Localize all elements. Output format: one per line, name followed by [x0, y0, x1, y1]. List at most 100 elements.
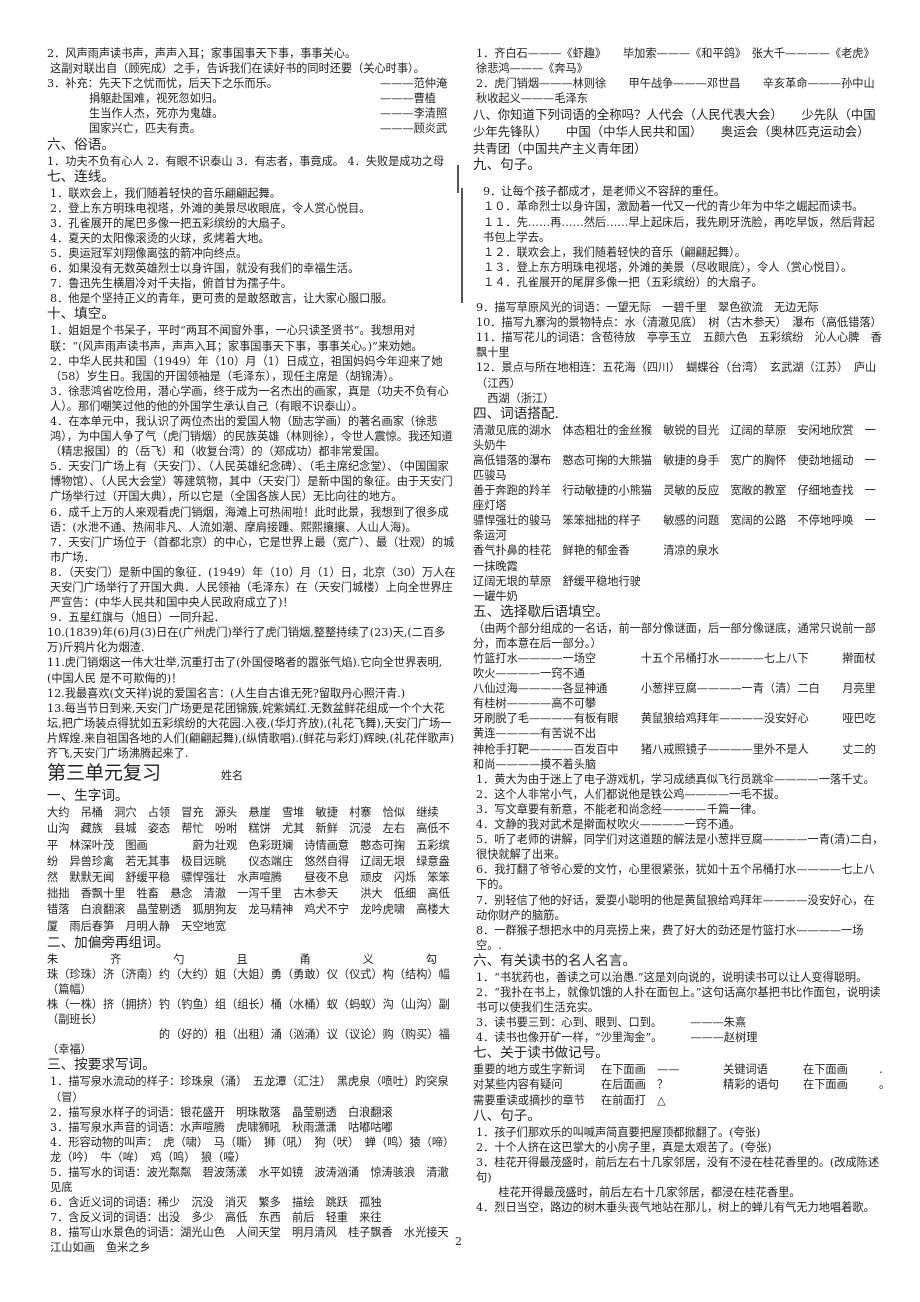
right-column: 1．齐白石———《虾趣》 毕加索———《和平鸽》 张大千————《老虎》徐悲鸿—… — [473, 46, 890, 1216]
section-heading: 十、填空。 — [47, 306, 115, 323]
section-heading: 三、按要求写词。 — [47, 1057, 156, 1074]
list-item: 高低错落的瀑布 憨态可掬的大熊猫 敏捷的身手 宽广的胸怀 使劲地摇动 一匹骏马 — [473, 453, 876, 482]
list-item: 4．烈日当空，路边的树木垂头丧气地站在那儿，树上的蝉儿有气无力地唱着歌。 — [476, 1201, 875, 1215]
list-item: 4．读书也像开矿一样，“沙里淘金”。 ———赵树理 — [476, 1031, 758, 1045]
radical-list: 朱 齐 勺 且 甬 义 勾 — [47, 952, 437, 967]
list-item: 竹篮打水————一场空 十五个吊桶打水————七上八下 擀面杖吹火————一窍不… — [473, 652, 876, 681]
list-item: 桂花开得最茂盛时，前后左右十几家邻居，都浸在桂花香里。 — [476, 1186, 801, 1199]
list: 1．孩子们那欢乐的叫喊声简直要把屋顶都掀翻了。(夸张) 2．十个人挤在这巴掌大的… — [473, 1125, 885, 1216]
list-item: 一罐牛奶 — [473, 589, 518, 603]
text-line: 珠（珍珠）济（济南）约（大约）姐（大姐）勇（勇敢）仪（仪式）构（结构）幅（篇幅） — [47, 967, 450, 996]
unit-title: 第三单元复习 姓名 — [47, 761, 457, 788]
table-cell: 需要重读或摘抄的章节 — [473, 1093, 585, 1107]
section-heading: 八、你知道下列词语的全称吗？人代会（人民代表大会） 少先队（中国少年先锋队） 中… — [473, 107, 876, 157]
quote-text: 先天下之忧而忧，后天下之乐而乐。 — [98, 77, 278, 91]
list-item: 5．描写水的词语：波光粼粼 碧波荡漾 水平如镜 波涛汹涌 惊涛骇浪 清澈见底 — [50, 1165, 449, 1195]
list-item: 8．描写山水景色的词语：湖光山色 人间天堂 明月清风 桂子飘香 水光接天 江山如… — [50, 1226, 460, 1255]
table-cell: 重要的地方或生字新词 — [473, 1063, 585, 1077]
section-heading: 七、连线。 — [47, 168, 115, 185]
text-line: 2．风声雨声读书声，声声入耳；家事国事天下事，事事关心。 — [47, 47, 357, 60]
list-item: 3．徐悲鸿省吃俭用，潜心学画，终于成为一名杰出的画家，真是（功夫不负有心人）。那… — [50, 384, 449, 413]
list-item: 3．孔雀展开的尾巴多像一把五彩缤纷的大扇子。 — [50, 216, 293, 230]
list-item: 5．听了老师的讲解，同学们对这道题的解法是小葱拌豆腐————一青(清)二白，很快… — [476, 833, 884, 862]
list-item: １２．联欢会上，我们随着轻快的音乐（翩翩起舞）。 — [483, 245, 746, 259]
list-item: １０．革命烈士以身许国，激励着一代又一代的青少年为中华之崛起而读书。 — [483, 200, 864, 214]
list-item: 7．别轻信了他的好话，爱耍小聪明的他是黄鼠狼给鸡拜年————没安好心，在动你财产… — [476, 893, 875, 922]
radical: 义 — [362, 952, 374, 966]
list-item: 9．描写草原风光的词语：一望无际 一碧千里 翠色欲流 无边无际 — [476, 301, 819, 315]
radical: 甬 — [299, 952, 311, 966]
list-item: 2．描写泉水样子的词语：银花盛开 明珠散落 晶莹剔透 白浪翻滚 — [50, 1105, 393, 1119]
list-item: 8．他是个坚持正义的青年，更可贵的是敢怒敢言，让大家心服口服。 — [50, 292, 393, 306]
table-cell: . — [879, 1063, 883, 1077]
text-line: 这副对联出自（顾宪成）之手，告诉我们在读好书的同时还要（关心时事）。 — [50, 62, 425, 76]
list-item: 2．“我扑在书上，就像饥饿的人扑在面包上。”这句话高尔基把书比作面包，说明读书可… — [476, 985, 881, 1015]
quote-text: 生当作人杰，死亦为鬼雄。 — [89, 107, 224, 121]
table-cell: 关键词语 — [723, 1063, 768, 1077]
section-heading: 一、生字词。 — [47, 788, 129, 805]
name-label: 姓名 — [221, 769, 244, 783]
unit-title-text: 第三单元复习 — [47, 762, 162, 785]
sentence-box: 9．让每个孩子都成才，是老师义不容辞的重任。 １０．革命烈士以身许国，激励着一代… — [473, 184, 885, 290]
quotes-label: 3．补充： — [47, 77, 99, 91]
list: 1．描写泉水流动的样子：珍珠泉（涌） 五龙潭（汇注） 黑虎泉（喷吐）趵突泉（冒）… — [47, 1074, 527, 1255]
margin-bar — [457, 165, 459, 193]
table-cell: 在后面画 — [601, 1078, 646, 1092]
list-item: 香气扑鼻的桂花 鲜艳的郁金香 清凉的泉水 — [473, 544, 720, 558]
list-item: １４．孔雀展开的尾屏多像一把（五彩缤纷）的大扇子。 — [483, 275, 763, 289]
table-cell: 在下面画 — [803, 1078, 848, 1092]
marks-table: 重要的地方或生字新词 在下面画 —— 关键词语 在下面画 . 对某些内容有疑问 … — [473, 1062, 890, 1108]
table-cell — [803, 1093, 879, 1108]
list-item: 6．成千上万的人来观看虎门销烟，海滩上可热闹啦！此时此景，我想到了很多成语：(水… — [50, 505, 449, 534]
list-item: 7．天安门广场位于（首都北京）的中心，它是世界上最（宽广）、最（壮观）的城市广场… — [50, 535, 455, 564]
quote-author: ———顾炎武 — [380, 122, 448, 136]
list-item: 10.(1839)年(6)月(3)日在(广州虎门)举行了虎门销烟,整整持续了(2… — [47, 626, 446, 655]
list-item: 4．文静的我对武术是擀面杖吹火————一窍不通。 — [476, 818, 741, 832]
list-item: 3．读书要三到：心到、眼到、口到。 ———朱熹 — [476, 1016, 747, 1030]
list-item: 4．夏天的太阳像滚烫的火球，炙烤着大地。 — [50, 231, 270, 245]
list-item: 辽阔无垠的草原 舒缓平稳地行驶 — [473, 574, 641, 588]
table-cell: 在下面画 — [601, 1063, 646, 1077]
list-item: 8．一群猴子想把水中的月亮捞上来，费了好大的劲还是竹篮打水————一场空。. — [476, 923, 864, 952]
list-item: 2．这个人非常小气，人们都说他是铁公鸡————一毛不拔。 — [476, 787, 786, 801]
list-item: 2．登上东方明珠电视塔，外滩的美景尽收眼底，令人赏心悦目。 — [50, 201, 371, 215]
section-heading: 四、词语搭配. — [473, 405, 559, 422]
vocab-list: 大约 吊桶 洞穴 占领 冒充 源头 悬崖 雪堆 敏捷 村寨 恰似 继续 山沟 藏… — [47, 806, 450, 933]
section-heading: 五、选择歇后语填空。 — [473, 603, 609, 620]
section-heading: 二、加偏旁再组词。 — [47, 934, 170, 951]
list: 1．姐姐是个书呆子，平时“两耳不闻窗外事，一心只读圣贤书”。我想用对联：“(风声… — [47, 323, 457, 761]
text-line: 株（一株）挤（拥挤）钓（钓鱼）组（组长）桶（水桶）蚁（蚂蚁）沟（山沟）副（副班长… — [47, 998, 450, 1027]
list-item: 13.每当节日到来,天安门广场更是花团锦簇,姹紫嫣红.无数盆鲜花组成一个个大花坛… — [47, 701, 455, 761]
table-row: 对某些内容有疑问 在后面画 ？ 精彩的语句 在下面画 。 — [473, 1077, 890, 1092]
list: 竹篮打水————一场空 十五个吊桶打水————七上八下 擀面杖吹火————一窍不… — [473, 651, 885, 772]
list-item: １１．先……再……然后……早上起床后，我先刷牙洗脸，再吃早饭，然后背起书包上学去… — [483, 215, 875, 244]
list-item: 8．（天安门）是新中国的象征．(1949）年（10）月（1）日，北京（30）万人… — [50, 565, 456, 610]
list-item: 4．形容动物的叫声： 虎（啸） 马（嘶） 狮（吼） 狗（吠） 蝉（鸣）猿（啼） … — [50, 1135, 527, 1164]
list-item: 9．五星红旗与（旭日）一同升起． — [50, 611, 225, 625]
table-row: 需要重读或摘抄的章节 在前面打 △ — [473, 1093, 885, 1108]
list-item: 12.我最喜欢(文天祥)说的爱国名言：(人生自古谁无死?留取丹心照汗青.) — [47, 686, 406, 700]
list-item: 牙刷脱了毛————有板有眼 黄鼠狼给鸡拜年————没安好心 哑巴吃黄连————有… — [473, 712, 876, 741]
list-item: 3．写文章要有新意，不能老和尚念经————千篇一律。 — [476, 802, 763, 816]
section-heading: 九、句子。 — [473, 157, 541, 174]
list-item: 1．“书犹药也，善读之可以治愚.”这是刘向说的，说明读书可以让人变得聪明。 — [476, 970, 868, 984]
list-item: １３．登上东方明珠电视塔，外滩的美景（尽收眼底），令人（赏心悦目）。 — [483, 260, 853, 274]
list-item: 7．含反义词的词语：出没 多少 高低 东西 前后 轻重 来往 — [50, 1211, 382, 1225]
list-item: 1．描写泉水流动的样子：珍珠泉（涌） 五龙潭（汇注） 黑虎泉（喷吐）趵突泉（冒） — [50, 1075, 449, 1104]
list-item: 2．虎门销烟———林则徐 甲午战争———邓世昌 辛亥革命———孙中山 秋收起义—… — [476, 77, 886, 106]
list-item: 2．十个人挤在这巴掌大的小房子里，真是太艰苦了。(夸张) — [476, 1140, 772, 1154]
list-item: 1．联欢会上，我们随着轻快的音乐翩翩起舞。 — [50, 186, 281, 200]
list-item: 2．中华人民共和国（1949）年（10）月（1）日成立，祖国妈妈今年迎来了她（5… — [50, 354, 443, 383]
text-line: 的（好的）租（出租）涌（汹涌）议（议论）购（购买）福（幸福） — [47, 1028, 450, 1057]
table-cell: 精彩的语句 — [723, 1078, 779, 1092]
table-row: 重要的地方或生字新词 在下面画 —— 关键词语 在下面画 . — [473, 1062, 885, 1077]
quote-author: ———范仲淹 — [380, 77, 448, 91]
quote-row: 国家兴亡，匹夫有责。 ———顾炎武 — [47, 121, 457, 136]
list-item: 1．黄大为由于迷上了电子游戏机，学习成绩真似飞行员跳伞————一落千丈。 — [476, 772, 875, 786]
list-item: 6．含近义词的词语：稀少 沉没 消灭 繁多 描绘 跳跃 孤独 — [50, 1196, 382, 1210]
list-item: 一抹晚霞 — [473, 559, 518, 573]
quote-row: 捐躯赴国难，视死忽如归。 ———曹植 — [47, 91, 457, 106]
left-column: 2．风声雨声读书声，声声入耳；家事国事天下事，事事关心。 这副对联出自（顾宪成）… — [47, 46, 527, 1256]
table-cell: 在前面打 — [601, 1093, 646, 1107]
radical: 且 — [236, 952, 248, 966]
